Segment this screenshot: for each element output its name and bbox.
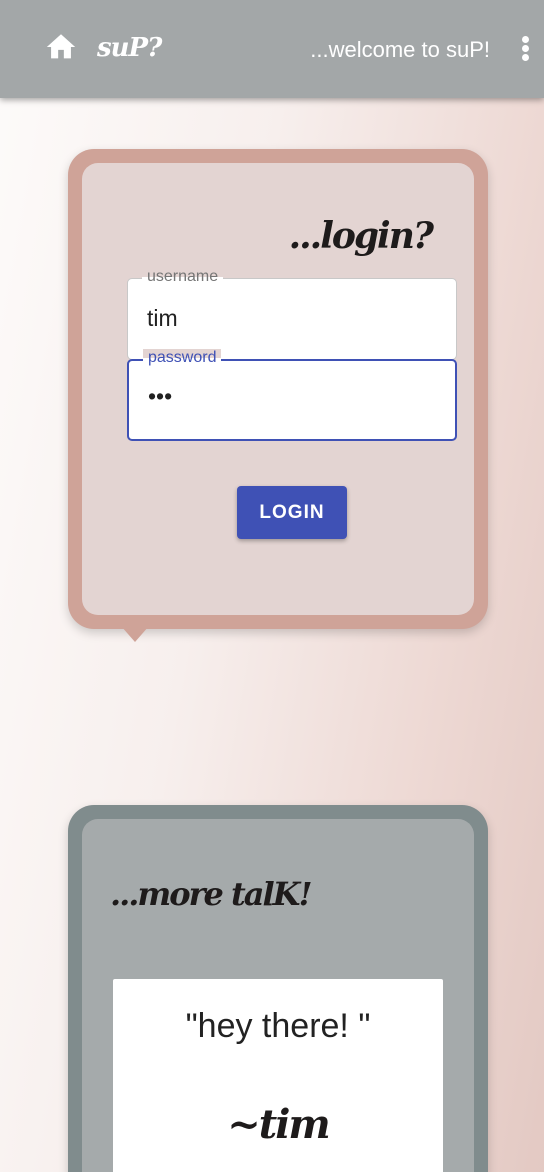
welcome-text: ...welcome to suP! (310, 37, 490, 62)
username-label: username (142, 268, 224, 286)
login-button[interactable]: LOGIN (237, 486, 347, 539)
quote-text: "hey there! " (185, 1007, 371, 1045)
password-field[interactable]: password ••• (127, 349, 457, 441)
login-title: ...login? (288, 215, 434, 257)
password-label: password (143, 349, 222, 367)
login-card: ...login? username tim password ••• LOGI… (68, 149, 488, 629)
login-card-inner: ...login? username tim password ••• LOGI… (82, 163, 474, 615)
brand-title: suP? (97, 33, 162, 63)
username-value[interactable]: tim (147, 305, 178, 332)
quote-card: "hey there! " ~tim (113, 979, 443, 1172)
quote-author: ~tim (227, 1101, 331, 1148)
talk-card: ...more talK! "hey there! " ~tim (68, 805, 488, 1172)
password-value[interactable]: ••• (148, 383, 172, 410)
talk-card-inner: ...more talK! "hey there! " ~tim (82, 819, 474, 1172)
app-bar: suP? ...welcome to suP! (0, 0, 544, 98)
talk-title: ...more talK! (110, 875, 313, 913)
speech-tail (121, 626, 149, 642)
username-field[interactable]: username tim (127, 268, 457, 360)
home-icon[interactable] (44, 30, 78, 64)
more-vert-icon[interactable] (515, 36, 535, 66)
